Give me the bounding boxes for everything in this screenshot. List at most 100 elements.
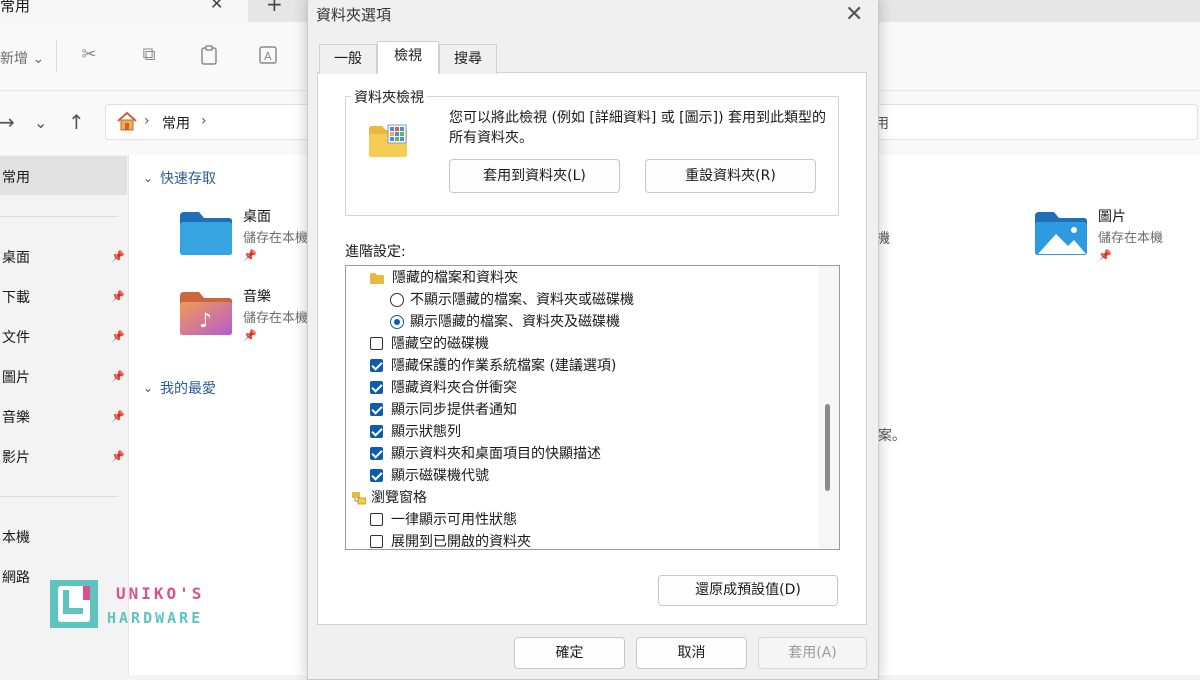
folder-name[interactable]: 音樂 [243,286,271,306]
pin-icon: 📌 [111,290,125,303]
list-item-label[interactable]: 顯示同步提供者通知 [391,402,517,418]
folder-view-icon [368,124,408,162]
folder-desktop-icon[interactable] [179,210,233,260]
checkbox-checked[interactable] [370,425,383,438]
list-item-label[interactable]: 隱藏空的磁碟機 [391,336,489,352]
advanced-settings-list[interactable]: 隱藏的檔案和資料夾 不顯示隱藏的檔案、資料夾或磁碟機 顯示隱藏的檔案、資料夾及磁… [345,265,840,550]
watermark-line1: UNIKO'S [116,584,205,603]
recent-chevron-icon[interactable]: ⌄ [34,113,47,132]
close-icon[interactable]: ✕ [845,2,863,27]
breadcrumb-chevron-icon[interactable]: › [144,113,150,129]
apply-button[interactable]: 套用(A) [758,637,867,669]
list-item[interactable]: 顯示資料夾和桌面項目的快顯描述 [370,443,601,465]
scrollbar-thumb[interactable] [825,404,830,491]
new-tab-icon[interactable]: + [266,0,283,16]
sidebar-item-music[interactable]: 音樂 [2,407,30,427]
tab-general[interactable]: 一般 [319,44,377,74]
list-item[interactable]: 顯示同步提供者通知 [370,399,517,421]
sidebar-item-this-pc[interactable]: 本機 [2,527,30,547]
sidebar-item-videos[interactable]: 影片 [2,447,30,467]
breadcrumb-chevron-icon[interactable]: › [201,113,207,129]
list-item[interactable]: 顯示磁碟機代號 [370,465,489,487]
rename-icon[interactable]: A [258,44,280,66]
search-box[interactable] [876,104,1198,140]
radio-button-selected[interactable] [390,315,404,329]
dialog-title: 資料夾選項 [316,6,392,24]
tab-close-icon[interactable]: ✕ [210,0,223,13]
pin-icon: 📌 [243,329,257,342]
chevron-down-icon[interactable]: ⌄ [143,381,153,395]
checkbox[interactable] [370,513,383,526]
list-item[interactable]: 展開到已開啟的資料夾 [370,531,531,549]
uniko-logo-icon [50,580,98,632]
pin-icon: 📌 [111,330,125,343]
list-item[interactable]: 隱藏資料夾合併衝突 [370,377,517,399]
list-item-label[interactable]: 顯示狀態列 [391,424,461,440]
restore-defaults-button[interactable]: 還原成預設值(D) [658,575,838,606]
ok-button[interactable]: 確定 [514,637,625,669]
sidebar-divider [0,216,118,217]
new-button[interactable]: 新增 ⌄ [0,48,44,68]
list-item[interactable]: 隱藏空的磁碟機 [370,333,489,355]
cut-icon[interactable]: ✂ [78,44,100,66]
pin-icon: 📌 [111,250,125,263]
cancel-button[interactable]: 取消 [636,637,747,669]
sidebar-item-documents[interactable]: 文件 [2,327,30,347]
sidebar-item-downloads[interactable]: 下載 [2,287,30,307]
tab-view[interactable]: 檢視 [377,41,439,74]
sidebar-item-pictures[interactable]: 圖片 [2,367,30,387]
list-item-label[interactable]: 一律顯示可用性狀態 [391,512,517,528]
forward-icon[interactable]: → [0,110,15,134]
sidebar-item-network[interactable]: 網路 [2,567,30,587]
checkbox-checked[interactable] [370,447,383,460]
list-item[interactable]: 隱藏保護的作業系統檔案 (建議選項) [370,355,616,377]
list-item-label[interactable]: 顯示資料夾和桌面項目的快顯描述 [391,446,601,462]
folder-name[interactable]: 圖片 [1098,206,1126,226]
toolbar-divider [56,40,57,72]
checkbox-checked[interactable] [370,469,383,482]
sidebar-divider [0,496,118,497]
list-item[interactable]: 顯示隱藏的檔案、資料夾及磁碟機 [390,311,620,333]
checkbox[interactable] [370,337,383,350]
radio-button[interactable] [390,293,404,307]
list-item[interactable]: 顯示狀態列 [370,421,461,443]
favorites-header[interactable]: 我的最愛 [160,378,216,398]
list-item-label[interactable]: 顯示隱藏的檔案、資料夾及磁碟機 [410,314,620,330]
sidebar-item-desktop[interactable]: 桌面 [2,247,30,267]
list-item-label[interactable]: 展開到已開啟的資料夾 [391,534,531,549]
list-item: 隱藏的檔案和資料夾 [370,267,518,289]
list-item-label[interactable]: 顯示磁碟機代號 [391,468,489,484]
paste-icon[interactable] [198,44,220,66]
checkbox-checked[interactable] [370,381,383,394]
folder-location: 儲存在本機 [1098,231,1164,246]
tab-search[interactable]: 搜尋 [439,44,497,74]
sidebar-item-common[interactable]: 常用 [2,167,30,187]
empty-notice-fragment: 案。 [878,428,906,444]
list-item[interactable]: 不顯示隱藏的檔案、資料夾或磁碟機 [390,289,634,311]
checkbox-checked[interactable] [370,403,383,416]
folder-location: 儲存在本機 [243,311,307,326]
list-item-label[interactable]: 隱藏保護的作業系統檔案 (建議選項) [391,358,616,374]
quick-access-header[interactable]: 快速存取 [160,168,216,188]
copy-icon[interactable]: ⧉ [138,44,160,66]
folder-pictures-icon[interactable] [1034,210,1088,260]
checkbox[interactable] [370,535,383,548]
chevron-down-icon[interactable]: ⌄ [143,171,153,185]
list-item-label: 隱藏的檔案和資料夾 [392,270,518,286]
list-item: 瀏覽窗格 [352,487,427,509]
folder-music-icon[interactable]: ♪ [179,290,233,340]
reset-folders-button[interactable]: 重設資料夾(R) [645,159,816,193]
up-icon[interactable]: ↑ [68,110,85,134]
watermark-line2: HARDWARE [107,609,204,627]
breadcrumb-common[interactable]: 常用 [162,113,190,133]
list-item[interactable]: 一律顯示可用性狀態 [370,509,517,531]
checkbox-checked[interactable] [370,359,383,372]
pin-icon: 📌 [243,249,257,262]
list-item-label[interactable]: 隱藏資料夾合併衝突 [391,380,517,396]
apply-to-folders-button[interactable]: 套用到資料夾(L) [449,159,620,193]
list-item-label[interactable]: 不顯示隱藏的檔案、資料夾或磁碟機 [410,292,634,308]
home-icon[interactable] [116,111,138,135]
folder-location: 儲存在本機 [243,231,307,246]
folder-icon [370,273,384,284]
folder-name[interactable]: 桌面 [243,206,271,226]
